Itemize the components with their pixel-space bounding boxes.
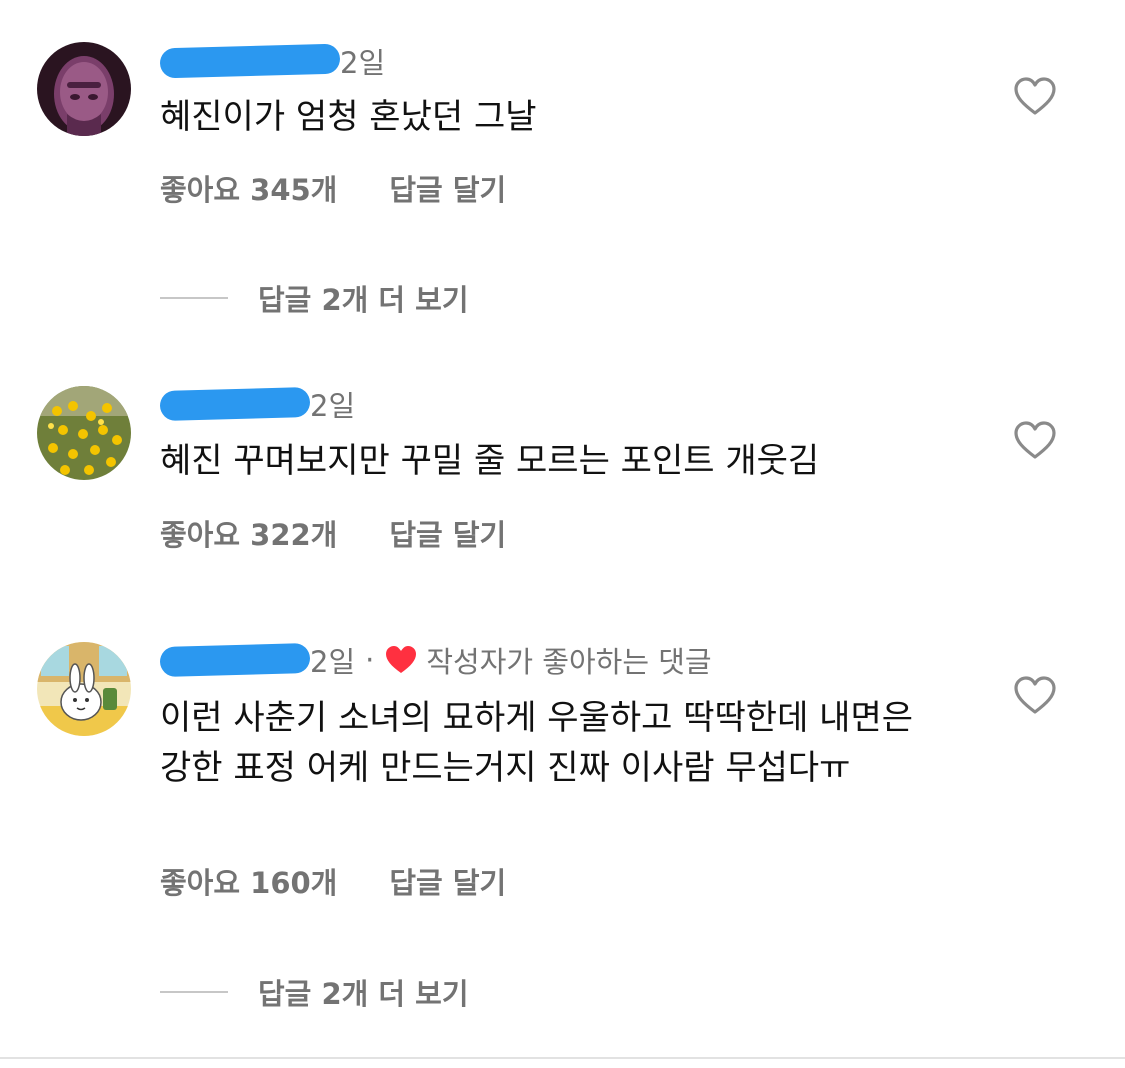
replies-divider <box>160 991 228 993</box>
liked-by-author-label: 작성자가 좋아하는 댓글 <box>426 645 712 679</box>
comment-actions: 좋아요 160개 답글 달기 <box>160 860 506 902</box>
bottom-divider <box>0 1057 1125 1059</box>
like-count[interactable]: 좋아요 160개 <box>160 860 337 902</box>
comment-meta: 2일 · 작성자가 좋아하는 댓글 <box>159 640 712 680</box>
heart-icon <box>386 646 417 673</box>
meta-separator: · <box>365 643 375 677</box>
comment-text: 이런 사춘기 소녀의 묘하게 우울하고 딱딱한데 내면은 강한 표정 어케 만드… <box>160 698 914 788</box>
view-replies-button[interactable]: 답글 2개 더 보기 <box>160 971 469 1013</box>
reply-button[interactable]: 답글 달기 <box>389 860 506 902</box>
avatar[interactable] <box>37 642 131 736</box>
comment-item: 2일 · 작성자가 좋아하는 댓글 이런 사춘기 소녀의 묘하게 우울하고 딱딱… <box>0 0 1125 1040</box>
redacted-username <box>159 643 311 677</box>
heart-icon[interactable] <box>1013 676 1057 716</box>
comment-time: 2일 <box>310 645 356 679</box>
view-replies-label: 답글 2개 더 보기 <box>258 977 469 1011</box>
